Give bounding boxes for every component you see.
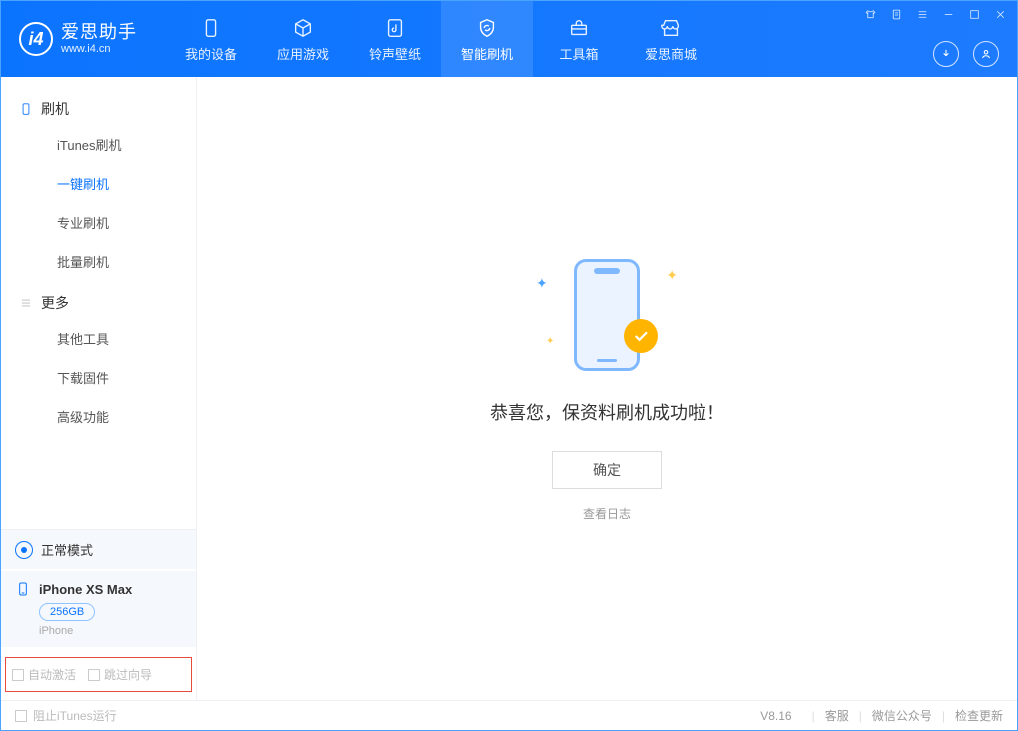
device-storage-badge: 256GB	[39, 603, 95, 621]
logo-icon: i4	[19, 22, 53, 56]
nav-label: 爱思商城	[645, 44, 697, 63]
version-label: V8.16	[760, 709, 791, 723]
sidebar-group-flash: 刷机	[1, 87, 196, 125]
sparkle-icon: ✦	[546, 336, 554, 347]
app-header: i4 爱思助手 www.i4.cn 我的设备 应用游戏 铃声壁纸 智能刷机 工具…	[1, 1, 1017, 77]
success-illustration: ✦ ✦ ✦	[532, 255, 682, 375]
options-highlight-box: 自动激活 跳过向导	[5, 657, 192, 692]
nav-label: 我的设备	[185, 44, 237, 63]
menu-icon[interactable]	[915, 7, 929, 21]
phone-icon	[15, 581, 31, 597]
device-icon	[19, 102, 33, 116]
nav-flash[interactable]: 智能刷机	[441, 1, 533, 77]
ok-button[interactable]: 确定	[552, 451, 662, 489]
phone-icon	[199, 16, 223, 40]
checkbox-label: 阻止iTunes运行	[33, 707, 117, 724]
check-badge-icon	[624, 319, 658, 353]
sidebar-item-oneclick-flash[interactable]: 一键刷机	[1, 164, 196, 203]
status-card[interactable]: 正常模式	[1, 530, 196, 569]
sidebar-item-batch-flash[interactable]: 批量刷机	[1, 242, 196, 281]
nav-label: 智能刷机	[461, 44, 513, 63]
sidebar-item-itunes-flash[interactable]: iTunes刷机	[1, 125, 196, 164]
nav-my-device[interactable]: 我的设备	[165, 1, 257, 77]
store-icon	[659, 16, 683, 40]
maximize-icon[interactable]	[967, 7, 981, 21]
success-message: 恭喜您，保资料刷机成功啦！	[490, 399, 724, 425]
toolbox-icon	[567, 16, 591, 40]
sparkle-icon: ✦	[536, 275, 548, 292]
cube-icon	[291, 16, 315, 40]
logo-area: i4 爱思助手 www.i4.cn	[1, 22, 155, 56]
nav-store[interactable]: 爱思商城	[625, 1, 717, 77]
music-icon	[383, 16, 407, 40]
device-card[interactable]: iPhone XS Max 256GB iPhone	[1, 571, 196, 647]
view-log-link[interactable]: 查看日志	[583, 505, 631, 522]
status-mode: 正常模式	[41, 540, 93, 559]
sidebar-group-more: 更多	[1, 281, 196, 319]
tshirt-icon[interactable]	[863, 7, 877, 21]
download-icon[interactable]	[933, 41, 959, 67]
device-name: iPhone XS Max	[39, 582, 132, 597]
shield-refresh-icon	[475, 16, 499, 40]
window-controls	[863, 7, 1007, 21]
minimize-icon[interactable]	[941, 7, 955, 21]
checkbox-auto-activate[interactable]: 自动激活	[12, 666, 76, 683]
nav-apps[interactable]: 应用游戏	[257, 1, 349, 77]
footer-link-wechat[interactable]: 微信公众号	[872, 707, 932, 724]
separator: |	[859, 709, 862, 723]
sidebar-item-advanced[interactable]: 高级功能	[1, 397, 196, 436]
checkbox-icon	[12, 669, 24, 681]
nav-ringtones[interactable]: 铃声壁纸	[349, 1, 441, 77]
status-icon	[15, 541, 33, 559]
nav-bar: 我的设备 应用游戏 铃声壁纸 智能刷机 工具箱 爱思商城	[165, 1, 717, 77]
separator: |	[812, 709, 815, 723]
user-icon[interactable]	[973, 41, 999, 67]
sidebar-group-title: 更多	[41, 293, 69, 313]
nav-label: 工具箱	[559, 44, 598, 63]
sidebar-item-pro-flash[interactable]: 专业刷机	[1, 203, 196, 242]
footer: 阻止iTunes运行 V8.16 | 客服 | 微信公众号 | 检查更新	[1, 700, 1017, 730]
list-icon	[19, 296, 33, 310]
phone-illustration	[574, 259, 640, 371]
nav-label: 应用游戏	[277, 44, 329, 63]
checkbox-label: 自动激活	[28, 666, 76, 683]
checkbox-label: 跳过向导	[104, 666, 152, 683]
separator: |	[942, 709, 945, 723]
checkbox-icon	[15, 710, 27, 722]
footer-link-update[interactable]: 检查更新	[955, 707, 1003, 724]
checkbox-block-itunes[interactable]: 阻止iTunes运行	[15, 707, 117, 724]
header-right-icons	[933, 41, 999, 67]
sidebar-item-other-tools[interactable]: 其他工具	[1, 319, 196, 358]
device-type: iPhone	[39, 625, 182, 637]
sidebar-item-download-firmware[interactable]: 下载固件	[1, 358, 196, 397]
sidebar: 刷机 iTunes刷机 一键刷机 专业刷机 批量刷机 更多 其他工具 下载固件 …	[1, 77, 197, 700]
sidebar-group-title: 刷机	[41, 99, 69, 119]
note-icon[interactable]	[889, 7, 903, 21]
app-title: 爱思助手	[61, 23, 137, 43]
checkbox-icon	[88, 669, 100, 681]
close-icon[interactable]	[993, 7, 1007, 21]
checkbox-skip-guide[interactable]: 跳过向导	[88, 666, 152, 683]
main-content: ✦ ✦ ✦ 恭喜您，保资料刷机成功啦！ 确定 查看日志	[197, 77, 1017, 700]
nav-toolbox[interactable]: 工具箱	[533, 1, 625, 77]
sparkle-icon: ✦	[666, 267, 678, 284]
app-subtitle: www.i4.cn	[61, 43, 137, 55]
nav-label: 铃声壁纸	[369, 44, 421, 63]
footer-link-support[interactable]: 客服	[825, 707, 849, 724]
